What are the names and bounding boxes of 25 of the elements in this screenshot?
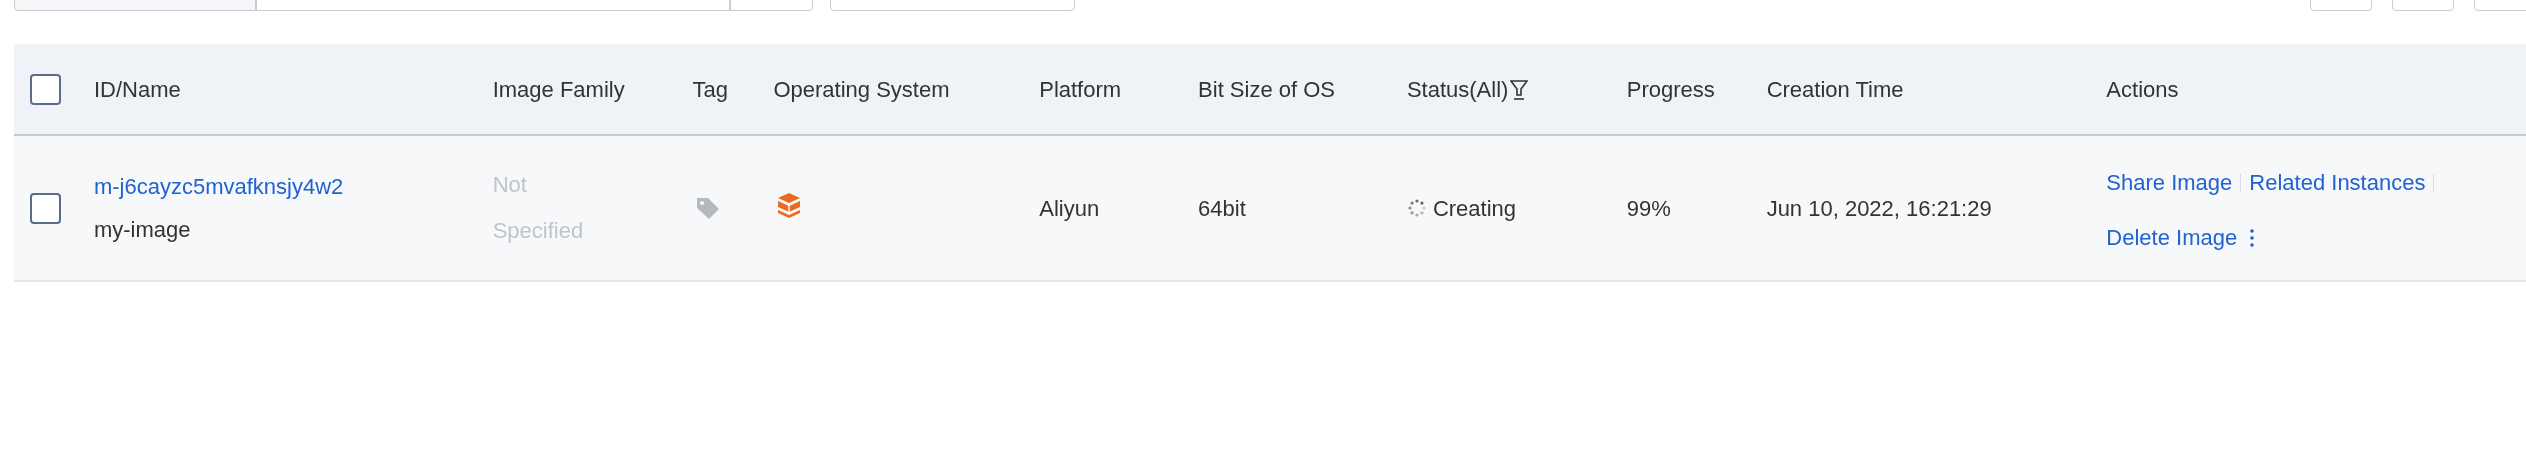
column-header: Platform [1039, 75, 1122, 104]
bit-size-text: 64bit [1198, 195, 1246, 221]
checkbox[interactable] [30, 192, 61, 224]
column-header: Creation Time [1766, 75, 1904, 104]
checkbox[interactable] [30, 73, 61, 105]
more-icon[interactable] [2249, 227, 2256, 248]
column-header: Image Family [492, 75, 625, 104]
column-header: Tag [692, 75, 728, 104]
column-header: Actions [2106, 75, 2179, 104]
column-header: Operating System [773, 75, 950, 104]
creation-time-text: Jun 10, 2022, 16:21:29 [1766, 195, 1992, 221]
action-link[interactable]: Share Image [2106, 166, 2233, 199]
image-name: my-image [93, 216, 191, 244]
loading-spinner-icon [1406, 198, 1427, 218]
column-header: Progress [1626, 75, 1715, 104]
platform-text: Aliyun [1039, 195, 1100, 221]
action-link[interactable]: Related Instances [2249, 166, 2426, 199]
column-header: Bit Size of OS [1198, 75, 1336, 104]
image-id-link[interactable]: m-j6cayzc5mvafknsjy4w2 [93, 170, 344, 203]
filter-icon[interactable] [1510, 79, 1529, 101]
column-header: Status(All) [1406, 75, 1509, 104]
column-header: ID/Name [93, 75, 181, 104]
action-link[interactable]: Delete Image [2106, 221, 2238, 254]
status-text: Creating [1432, 194, 1517, 223]
progress-text: 99% [1626, 195, 1671, 221]
